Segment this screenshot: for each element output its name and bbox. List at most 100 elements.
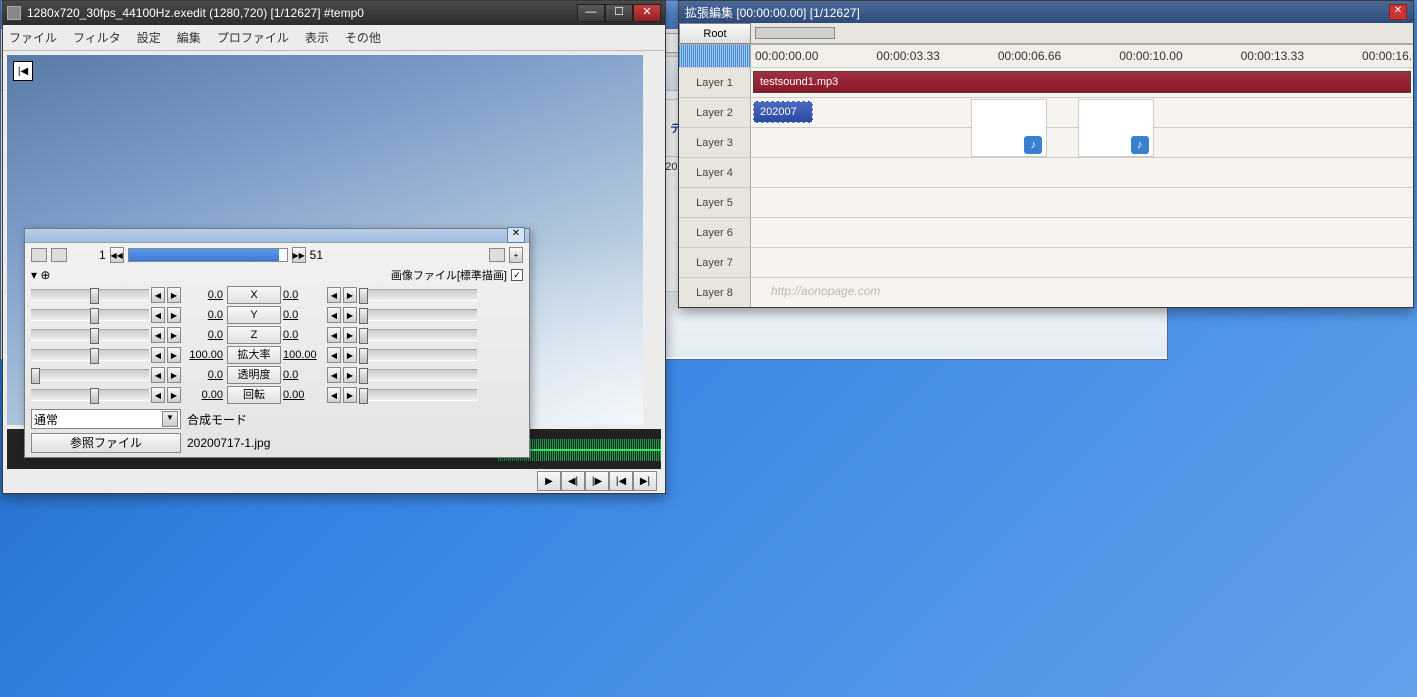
param-dec2-button[interactable]: ◀ (327, 387, 341, 403)
param-value-left[interactable]: 100.00 (183, 349, 225, 361)
param-name-button[interactable]: 回転 (227, 386, 281, 404)
param-inc-button[interactable]: ▶ (167, 387, 181, 403)
panel-icon-3[interactable] (489, 248, 505, 262)
clip-audio[interactable]: testsound1.mp3 (753, 71, 1411, 93)
clip-image[interactable]: 202007 (753, 101, 813, 123)
layer-label[interactable]: Layer 4 (679, 158, 751, 187)
menu-profile[interactable]: プロファイル (217, 29, 289, 46)
panel-close-button[interactable]: ✕ (507, 227, 525, 243)
main-titlebar[interactable]: 1280x720_30fps_44100Hz.exedit (1280,720)… (3, 1, 665, 25)
param-dec2-button[interactable]: ◀ (327, 287, 341, 303)
layer-track[interactable] (751, 158, 1413, 187)
prev-frame-button[interactable]: ◀| (561, 471, 585, 491)
layer-track[interactable] (751, 188, 1413, 217)
next-frame-button[interactable]: |▶ (585, 471, 609, 491)
param-value-left[interactable]: 0.0 (183, 329, 225, 341)
param-inc2-button[interactable]: ▶ (343, 387, 357, 403)
menu-view[interactable]: 表示 (305, 29, 329, 46)
chevron-down-icon[interactable]: ▼ (162, 411, 178, 427)
frame-prev-button[interactable]: ◀◀ (110, 247, 124, 263)
param-slider-left[interactable] (31, 329, 149, 341)
param-slider-left[interactable] (31, 309, 149, 321)
menu-file[interactable]: ファイル (9, 29, 57, 46)
param-value-right[interactable]: 0.00 (283, 389, 325, 401)
timeline-scrollbar[interactable] (755, 27, 835, 39)
panel-header-checkbox[interactable]: ✓ (511, 269, 523, 281)
menu-edit[interactable]: 編集 (177, 29, 201, 46)
layer-label[interactable]: Layer 8 (679, 278, 751, 307)
layer-label[interactable]: Layer 6 (679, 218, 751, 247)
param-slider-right[interactable] (359, 389, 477, 401)
layer-label[interactable]: Layer 7 (679, 248, 751, 277)
param-name-button[interactable]: X (227, 286, 281, 304)
param-inc2-button[interactable]: ▶ (343, 287, 357, 303)
play-button[interactable]: ▶ (537, 471, 561, 491)
param-inc2-button[interactable]: ▶ (343, 307, 357, 323)
param-inc2-button[interactable]: ▶ (343, 367, 357, 383)
param-value-right[interactable]: 100.00 (283, 349, 325, 361)
layer-track[interactable] (751, 248, 1413, 277)
param-slider-left[interactable] (31, 389, 149, 401)
rewind-icon[interactable]: |◀ (13, 61, 33, 81)
layer-label[interactable]: Layer 3 (679, 128, 751, 157)
param-dec-button[interactable]: ◀ (151, 347, 165, 363)
layer-track[interactable]: testsound1.mp3 (751, 68, 1413, 97)
menu-filter[interactable]: フィルタ (73, 29, 121, 46)
reference-file-button[interactable]: 参照ファイル (31, 433, 181, 453)
param-inc-button[interactable]: ▶ (167, 327, 181, 343)
time-ruler[interactable]: 00:00:00.0000:00:03.3300:00:06.6600:00:1… (751, 45, 1413, 67)
root-button[interactable]: Root (679, 23, 751, 44)
panel-plus-button[interactable]: + (509, 247, 523, 263)
timeline-titlebar[interactable]: 拡張編集 [00:00:00.00] [1/12627] ✕ (679, 1, 1413, 23)
param-inc2-button[interactable]: ▶ (343, 327, 357, 343)
param-slider-right[interactable] (359, 329, 477, 341)
param-inc-button[interactable]: ▶ (167, 287, 181, 303)
param-slider-left[interactable] (31, 349, 149, 361)
timeline-scroll-area[interactable] (751, 23, 1413, 44)
param-dec2-button[interactable]: ◀ (327, 327, 341, 343)
param-name-button[interactable]: Y (227, 306, 281, 324)
param-dec-button[interactable]: ◀ (151, 367, 165, 383)
param-dec-button[interactable]: ◀ (151, 287, 165, 303)
param-slider-left[interactable] (31, 369, 149, 381)
panel-icon-2[interactable] (51, 248, 67, 262)
param-slider-right[interactable] (359, 309, 477, 321)
layer-track[interactable]: http://aonopage.com (751, 278, 1413, 307)
layer-label[interactable]: Layer 1 (679, 68, 751, 97)
layer-label[interactable]: Layer 2 (679, 98, 751, 127)
panel-titlebar[interactable]: ✕ (25, 229, 529, 243)
minimize-button[interactable]: — (577, 4, 605, 22)
panel-icon-1[interactable] (31, 248, 47, 262)
layer-label[interactable]: Layer 5 (679, 188, 751, 217)
param-dec-button[interactable]: ◀ (151, 307, 165, 323)
go-end-button[interactable]: ▶| (633, 471, 657, 491)
maximize-button[interactable]: ☐ (605, 4, 633, 22)
menu-other[interactable]: その他 (345, 29, 381, 46)
param-inc-button[interactable]: ▶ (167, 307, 181, 323)
param-value-left[interactable]: 0.00 (183, 389, 225, 401)
param-slider-right[interactable] (359, 369, 477, 381)
param-value-right[interactable]: 0.0 (283, 329, 325, 341)
param-slider-right[interactable] (359, 289, 477, 301)
param-value-right[interactable]: 0.0 (283, 289, 325, 301)
param-dec-button[interactable]: ◀ (151, 387, 165, 403)
layer-track[interactable] (751, 218, 1413, 247)
param-dec2-button[interactable]: ◀ (327, 367, 341, 383)
param-dec-button[interactable]: ◀ (151, 327, 165, 343)
blend-mode-combo[interactable]: 通常 ▼ (31, 409, 181, 429)
param-value-right[interactable]: 0.0 (283, 309, 325, 321)
param-value-left[interactable]: 0.0 (183, 309, 225, 321)
param-inc2-button[interactable]: ▶ (343, 347, 357, 363)
frame-next-button[interactable]: ▶▶ (292, 247, 306, 263)
param-slider-left[interactable] (31, 289, 149, 301)
param-value-right[interactable]: 0.0 (283, 369, 325, 381)
param-value-left[interactable]: 0.0 (183, 289, 225, 301)
param-value-left[interactable]: 0.0 (183, 369, 225, 381)
param-dec2-button[interactable]: ◀ (327, 307, 341, 323)
param-dec2-button[interactable]: ◀ (327, 347, 341, 363)
close-button[interactable]: ✕ (633, 4, 661, 22)
menu-settings[interactable]: 設定 (137, 29, 161, 46)
frame-progress[interactable] (128, 248, 288, 262)
param-name-button[interactable]: 透明度 (227, 366, 281, 384)
timeline-close-button[interactable]: ✕ (1389, 4, 1407, 20)
